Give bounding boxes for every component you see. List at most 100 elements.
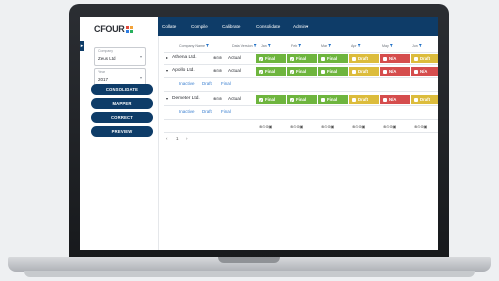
- row-divider: [164, 91, 438, 92]
- status-label: Final: [265, 97, 276, 102]
- header-feb[interactable]: Feb: [291, 44, 302, 48]
- chevron-down-icon: ▾: [306, 24, 309, 29]
- checkbox-checked-icon[interactable]: [259, 96, 263, 105]
- status-cell-jun[interactable]: Draft: [411, 95, 438, 104]
- nav-consolidate[interactable]: Consolidate: [256, 17, 280, 36]
- row-divider: [164, 119, 438, 120]
- filter-icon: [205, 44, 209, 47]
- checkbox-icon[interactable]: [383, 56, 387, 61]
- status-label: Final: [327, 56, 338, 61]
- status-cell-feb[interactable]: Final: [287, 67, 317, 77]
- bulk-action-icons[interactable]: ⊗⊙⊛▣: [290, 124, 303, 129]
- nav-calibrate[interactable]: Calibrate: [222, 17, 240, 36]
- checkbox-checked-icon[interactable]: [259, 55, 263, 64]
- checkbox-icon[interactable]: [352, 69, 356, 74]
- filter-icon: [357, 44, 361, 47]
- status-cell-jan[interactable]: Final: [256, 54, 286, 64]
- status-label: Draft: [358, 56, 369, 61]
- header-apr[interactable]: Apr: [351, 44, 361, 48]
- header-mar[interactable]: Mar: [321, 44, 332, 48]
- header-divider: [164, 52, 438, 53]
- bulk-action-icons[interactable]: ⊗⊙⊛▣: [259, 124, 272, 129]
- status-cell-mar[interactable]: Final: [318, 54, 348, 63]
- status-cell-may[interactable]: N/A: [380, 95, 410, 104]
- link-draft[interactable]: Draft: [202, 81, 212, 86]
- status-cell-jan[interactable]: Final: [256, 95, 286, 105]
- app-logo: CFOUR: [94, 24, 129, 34]
- row-action-icons[interactable]: ⊗⊙⊛: [213, 55, 222, 60]
- checkbox-icon[interactable]: [414, 97, 418, 102]
- filter-icon: [418, 44, 422, 47]
- link-inactive[interactable]: Inactive: [179, 109, 195, 114]
- header-jan[interactable]: Jan: [261, 44, 271, 48]
- checkbox-checked-icon[interactable]: [290, 55, 294, 64]
- link-inactive[interactable]: Inactive: [179, 81, 195, 86]
- pager-next[interactable]: ›: [186, 136, 188, 141]
- checkbox-icon[interactable]: [414, 69, 418, 74]
- nav-admin[interactable]: Admin▾: [293, 17, 308, 36]
- status-cell-mar[interactable]: Final: [318, 67, 348, 76]
- year-label: Year: [98, 70, 106, 74]
- header-version[interactable]: Data Version: [232, 44, 257, 48]
- status-cell-apr[interactable]: Draft: [349, 67, 379, 76]
- status-label: Final: [265, 56, 276, 61]
- row-action-icons[interactable]: ⊗⊙⊛: [213, 68, 222, 73]
- link-draft[interactable]: Draft: [202, 109, 212, 114]
- status-label: N/A: [389, 69, 397, 74]
- bulk-action-icons[interactable]: ⊗⊙⊛▣: [383, 124, 396, 129]
- status-cell-jan[interactable]: Final: [256, 67, 286, 77]
- status-cell-may[interactable]: N/A: [380, 54, 410, 63]
- bulk-action-icons[interactable]: ⊗⊙⊛▣: [414, 124, 427, 129]
- header-company[interactable]: Company Name: [179, 44, 209, 48]
- status-cell-jun[interactable]: Draft: [411, 54, 438, 63]
- checkbox-icon[interactable]: [321, 56, 325, 61]
- row-divider: [164, 77, 438, 78]
- status-cell-may[interactable]: N/A: [380, 67, 410, 76]
- row-divider: [164, 105, 438, 106]
- app-screen: CFOUR ▸ Company Zeus Ltd ▾ Year 2017 ▾ C…: [80, 17, 438, 250]
- sidebar: CFOUR ▸ Company Zeus Ltd ▾ Year 2017 ▾ C…: [80, 17, 159, 250]
- checkbox-icon[interactable]: [383, 97, 387, 102]
- checkbox-icon[interactable]: [383, 69, 387, 74]
- bulk-action-icons[interactable]: ⊗⊙⊛▣: [321, 124, 334, 129]
- status-cell-feb[interactable]: Final: [287, 95, 317, 105]
- status-cell-feb[interactable]: Final: [287, 54, 317, 64]
- status-label: Final: [327, 97, 338, 102]
- checkbox-icon[interactable]: [321, 97, 325, 102]
- header-jun[interactable]: Jun: [412, 44, 422, 48]
- status-cell-apr[interactable]: Draft: [349, 95, 379, 104]
- preview-button[interactable]: PREVIEW: [91, 126, 153, 137]
- status-label: N/A: [420, 69, 428, 74]
- expand-row-icon[interactable]: ▸: [166, 55, 168, 60]
- expand-row-icon[interactable]: ▾: [166, 96, 168, 101]
- filter-icon: [253, 44, 257, 47]
- expand-row-icon[interactable]: ▾: [166, 68, 168, 73]
- chevron-right-icon[interactable]: ▸: [80, 41, 84, 51]
- company-select[interactable]: Company Zeus Ltd ▾: [94, 47, 146, 66]
- checkbox-checked-icon[interactable]: [290, 68, 294, 77]
- bulk-action-icons[interactable]: ⊗⊙⊛▣: [352, 124, 365, 129]
- status-label: Draft: [358, 69, 369, 74]
- nav-compile[interactable]: Compile: [191, 17, 208, 36]
- pager-prev[interactable]: ‹: [166, 136, 168, 141]
- status-cell-apr[interactable]: Draft: [349, 54, 379, 63]
- correct-button[interactable]: CORRECT: [91, 112, 153, 123]
- checkbox-icon[interactable]: [352, 97, 356, 102]
- checkbox-icon[interactable]: [414, 56, 418, 61]
- mapper-button[interactable]: MAPPER: [91, 98, 153, 109]
- checkbox-icon[interactable]: [321, 69, 325, 74]
- nav-collate[interactable]: Collate: [162, 17, 176, 36]
- checkbox-icon[interactable]: [352, 56, 356, 61]
- pager-page[interactable]: 1: [176, 136, 179, 141]
- checkbox-checked-icon[interactable]: [259, 68, 263, 77]
- link-final[interactable]: Final: [221, 109, 231, 114]
- status-label: Final: [265, 69, 276, 74]
- checkbox-checked-icon[interactable]: [290, 96, 294, 105]
- link-final[interactable]: Final: [221, 81, 231, 86]
- status-cell-jun[interactable]: N/A: [411, 67, 438, 76]
- header-may[interactable]: May: [382, 44, 393, 48]
- status-cell-mar[interactable]: Final: [318, 95, 348, 104]
- row-action-icons[interactable]: ⊗⊙⊛: [213, 96, 222, 101]
- header-mar-label: Mar: [321, 44, 328, 48]
- consolidate-button[interactable]: CONSOLIDATE: [91, 84, 153, 95]
